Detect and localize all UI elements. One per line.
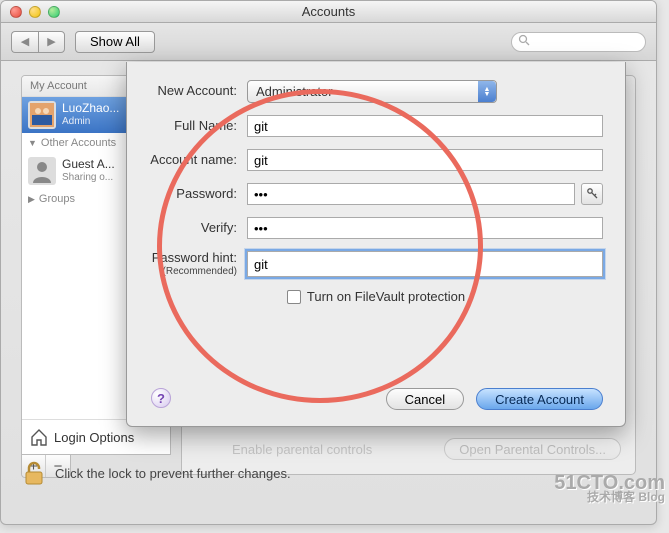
minimize-window-button[interactable] [29,6,41,18]
account-name-input[interactable] [247,149,603,171]
lock-icon [23,460,45,486]
window-title: Accounts [1,4,656,19]
user-name: LuoZhao... [62,102,119,116]
cancel-button[interactable]: Cancel [386,388,464,410]
help-button[interactable]: ? [151,388,171,408]
account-name-label: Account name: [149,153,247,167]
zoom-window-button[interactable] [48,6,60,18]
user-role: Admin [62,116,119,128]
home-icon [30,428,48,446]
show-all-button[interactable]: Show All [75,31,155,53]
back-button[interactable]: ◀ [11,31,38,53]
verify-password-input[interactable] [247,217,603,239]
password-label: Password: [149,187,247,201]
guest-name: Guest A... [62,158,115,172]
search-icon [518,34,530,49]
toolbar: ◀ ▶ Show All [1,23,656,61]
search-input[interactable] [511,32,646,52]
new-account-type-select[interactable]: Administrator ▲▼ [247,80,497,103]
key-icon [586,187,598,202]
create-account-button[interactable]: Create Account [476,388,603,410]
filevault-label: Turn on FileVault protection [307,289,465,304]
guest-role: Sharing o... [62,172,115,184]
filevault-option[interactable]: Turn on FileVault protection [149,289,603,304]
hint-label: Password hint: (Recommended) [149,251,247,276]
enable-parental-label: Enable parental controls [232,442,372,457]
navigation-buttons: ◀ ▶ [11,31,65,53]
full-name-input[interactable] [247,115,603,137]
user-avatar-icon [28,101,56,129]
disclosure-triangle-icon: ▶ [28,194,35,205]
disclosure-triangle-icon: ▼ [28,138,37,148]
verify-label: Verify: [149,221,247,235]
close-window-button[interactable] [10,6,22,18]
window-controls [1,6,60,18]
password-hint-input[interactable] [247,251,603,277]
content-area: Change Password... Open... Open Parental… [1,61,656,524]
chevron-updown-icon: ▲▼ [478,81,496,102]
accounts-window: Accounts ◀ ▶ Show All Change Password...… [0,0,657,525]
new-account-label: New Account: [149,84,247,98]
select-value: Administrator [256,84,333,99]
open-parental-controls-button[interactable]: Open Parental Controls... [444,438,621,460]
forward-button[interactable]: ▶ [38,31,65,53]
guest-avatar-icon [28,157,56,185]
password-assistant-button[interactable] [581,183,603,205]
full-name-label: Full Name: [149,119,247,133]
titlebar: Accounts [1,1,656,23]
filevault-checkbox[interactable] [287,290,301,304]
new-account-sheet: New Account: Administrator ▲▼ Full Name:… [126,62,626,427]
password-input[interactable] [247,183,575,205]
lock-message[interactable]: Click the lock to prevent further change… [23,460,291,486]
